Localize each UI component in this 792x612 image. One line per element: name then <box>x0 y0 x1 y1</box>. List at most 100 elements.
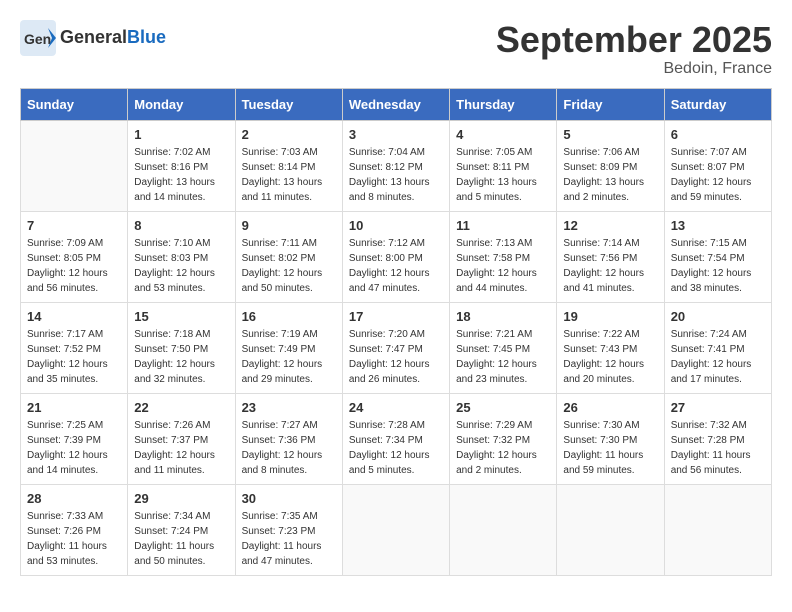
calendar-cell: 15 Sunrise: 7:18 AMSunset: 7:50 PMDayligh… <box>128 302 235 393</box>
logo: Gen GeneralBlue <box>20 20 166 56</box>
day-number: 21 <box>27 400 121 415</box>
week-row-1: 1Sunrise: 7:02 AMSunset: 8:16 PMDaylight… <box>21 120 772 211</box>
calendar-cell: 25 Sunrise: 7:29 AMSunset: 7:32 PMDayligh… <box>450 393 557 484</box>
calendar-cell: 21 Sunrise: 7:25 AMSunset: 7:39 PMDayligh… <box>21 393 128 484</box>
day-info: Sunrise: 7:15 AMSunset: 7:54 PMDaylight:… <box>671 236 765 296</box>
calendar-cell: 8Sunrise: 7:10 AMSunset: 8:03 PMDaylight… <box>128 211 235 302</box>
day-info: Sunrise: 7:33 AMSunset: 7:26 PMDaylight:… <box>27 509 121 569</box>
calendar-cell: 18 Sunrise: 7:21 AMSunset: 7:45 PMDayligh… <box>450 302 557 393</box>
day-number: 4 <box>456 127 550 142</box>
day-number: 12 <box>563 218 657 233</box>
day-number: 9 <box>242 218 336 233</box>
day-info: Sunrise: 7:18 AMSunset: 7:50 PMDaylight:… <box>134 327 228 387</box>
day-number: 28 <box>27 491 121 506</box>
location: Bedoin, France <box>496 60 772 78</box>
day-info: Sunrise: 7:20 AMSunset: 7:47 PMDaylight:… <box>349 327 443 387</box>
day-info: Sunrise: 7:06 AMSunset: 8:09 PMDaylight:… <box>563 145 657 205</box>
calendar-cell: 11 Sunrise: 7:13 AMSunset: 7:58 PMDayligh… <box>450 211 557 302</box>
logo-blue: Blue <box>127 27 166 47</box>
day-number: 30 <box>242 491 336 506</box>
day-info: Sunrise: 7:17 AMSunset: 7:52 PMDaylight:… <box>27 327 121 387</box>
calendar-cell: 10 Sunrise: 7:12 AMSunset: 8:00 PMDayligh… <box>342 211 449 302</box>
col-header-sunday: Sunday <box>21 88 128 120</box>
day-info: Sunrise: 7:07 AMSunset: 8:07 PMDaylight:… <box>671 145 765 205</box>
day-info: Sunrise: 7:21 AMSunset: 7:45 PMDaylight:… <box>456 327 550 387</box>
week-row-5: 28 Sunrise: 7:33 AMSunset: 7:26 PMDayligh… <box>21 484 772 575</box>
day-info: Sunrise: 7:13 AMSunset: 7:58 PMDaylight:… <box>456 236 550 296</box>
day-number: 20 <box>671 309 765 324</box>
day-number: 8 <box>134 218 228 233</box>
calendar-cell <box>450 484 557 575</box>
svg-text:Gen: Gen <box>24 31 51 47</box>
calendar-header-row: SundayMondayTuesdayWednesdayThursdayFrid… <box>21 88 772 120</box>
day-number: 10 <box>349 218 443 233</box>
week-row-4: 21 Sunrise: 7:25 AMSunset: 7:39 PMDayligh… <box>21 393 772 484</box>
month-title: September 2025 <box>496 20 772 60</box>
col-header-thursday: Thursday <box>450 88 557 120</box>
day-number: 3 <box>349 127 443 142</box>
day-number: 7 <box>27 218 121 233</box>
day-info: Sunrise: 7:05 AMSunset: 8:11 PMDaylight:… <box>456 145 550 205</box>
calendar-cell: 19 Sunrise: 7:22 AMSunset: 7:43 PMDayligh… <box>557 302 664 393</box>
header: Gen GeneralBlue September 2025 Bedoin, F… <box>20 20 772 78</box>
day-info: Sunrise: 7:27 AMSunset: 7:36 PMDaylight:… <box>242 418 336 478</box>
day-info: Sunrise: 7:09 AMSunset: 8:05 PMDaylight:… <box>27 236 121 296</box>
day-number: 26 <box>563 400 657 415</box>
day-number: 19 <box>563 309 657 324</box>
day-info: Sunrise: 7:03 AMSunset: 8:14 PMDaylight:… <box>242 145 336 205</box>
week-row-3: 14 Sunrise: 7:17 AMSunset: 7:52 PMDayligh… <box>21 302 772 393</box>
calendar-cell: 30 Sunrise: 7:35 AMSunset: 7:23 PMDayligh… <box>235 484 342 575</box>
calendar-cell: 9 Sunrise: 7:11 AMSunset: 8:02 PMDaylight… <box>235 211 342 302</box>
calendar-cell: 14 Sunrise: 7:17 AMSunset: 7:52 PMDayligh… <box>21 302 128 393</box>
day-number: 16 <box>242 309 336 324</box>
day-info: Sunrise: 7:28 AMSunset: 7:34 PMDaylight:… <box>349 418 443 478</box>
calendar-cell: 4 Sunrise: 7:05 AMSunset: 8:11 PMDaylight… <box>450 120 557 211</box>
day-info: Sunrise: 7:02 AMSunset: 8:16 PMDaylight:… <box>134 145 228 205</box>
day-number: 25 <box>456 400 550 415</box>
calendar-cell: 26 Sunrise: 7:30 AMSunset: 7:30 PMDayligh… <box>557 393 664 484</box>
logo-icon: Gen <box>20 20 56 56</box>
calendar-cell: 17Sunrise: 7:20 AMSunset: 7:47 PMDayligh… <box>342 302 449 393</box>
day-number: 18 <box>456 309 550 324</box>
day-info: Sunrise: 7:12 AMSunset: 8:00 PMDaylight:… <box>349 236 443 296</box>
day-info: Sunrise: 7:24 AMSunset: 7:41 PMDaylight:… <box>671 327 765 387</box>
col-header-tuesday: Tuesday <box>235 88 342 120</box>
calendar-cell: 24 Sunrise: 7:28 AMSunset: 7:34 PMDayligh… <box>342 393 449 484</box>
day-number: 22 <box>134 400 228 415</box>
calendar-cell: 20 Sunrise: 7:24 AMSunset: 7:41 PMDayligh… <box>664 302 771 393</box>
day-info: Sunrise: 7:25 AMSunset: 7:39 PMDaylight:… <box>27 418 121 478</box>
day-number: 29 <box>134 491 228 506</box>
day-number: 23 <box>242 400 336 415</box>
calendar-cell: 5 Sunrise: 7:06 AMSunset: 8:09 PMDaylight… <box>557 120 664 211</box>
calendar-cell: 27Sunrise: 7:32 AMSunset: 7:28 PMDayligh… <box>664 393 771 484</box>
calendar-cell: 2Sunrise: 7:03 AMSunset: 8:14 PMDaylight… <box>235 120 342 211</box>
day-number: 15 <box>134 309 228 324</box>
day-info: Sunrise: 7:29 AMSunset: 7:32 PMDaylight:… <box>456 418 550 478</box>
col-header-monday: Monday <box>128 88 235 120</box>
day-info: Sunrise: 7:22 AMSunset: 7:43 PMDaylight:… <box>563 327 657 387</box>
calendar-cell: 1Sunrise: 7:02 AMSunset: 8:16 PMDaylight… <box>128 120 235 211</box>
day-number: 11 <box>456 218 550 233</box>
day-info: Sunrise: 7:11 AMSunset: 8:02 PMDaylight:… <box>242 236 336 296</box>
day-number: 14 <box>27 309 121 324</box>
day-info: Sunrise: 7:04 AMSunset: 8:12 PMDaylight:… <box>349 145 443 205</box>
day-number: 6 <box>671 127 765 142</box>
day-number: 27 <box>671 400 765 415</box>
day-info: Sunrise: 7:35 AMSunset: 7:23 PMDaylight:… <box>242 509 336 569</box>
logo-general: General <box>60 27 127 47</box>
day-info: Sunrise: 7:26 AMSunset: 7:37 PMDaylight:… <box>134 418 228 478</box>
calendar-cell: 28 Sunrise: 7:33 AMSunset: 7:26 PMDayligh… <box>21 484 128 575</box>
day-number: 5 <box>563 127 657 142</box>
day-info: Sunrise: 7:30 AMSunset: 7:30 PMDaylight:… <box>563 418 657 478</box>
calendar-cell: 7 Sunrise: 7:09 AMSunset: 8:05 PMDaylight… <box>21 211 128 302</box>
calendar-cell: 29Sunrise: 7:34 AMSunset: 7:24 PMDayligh… <box>128 484 235 575</box>
day-info: Sunrise: 7:14 AMSunset: 7:56 PMDaylight:… <box>563 236 657 296</box>
day-info: Sunrise: 7:19 AMSunset: 7:49 PMDaylight:… <box>242 327 336 387</box>
calendar-cell <box>342 484 449 575</box>
calendar-cell: 13Sunrise: 7:15 AMSunset: 7:54 PMDayligh… <box>664 211 771 302</box>
calendar-table: SundayMondayTuesdayWednesdayThursdayFrid… <box>20 88 772 576</box>
calendar-cell: 6 Sunrise: 7:07 AMSunset: 8:07 PMDaylight… <box>664 120 771 211</box>
calendar-cell: 22 Sunrise: 7:26 AMSunset: 7:37 PMDayligh… <box>128 393 235 484</box>
day-number: 24 <box>349 400 443 415</box>
week-row-2: 7 Sunrise: 7:09 AMSunset: 8:05 PMDaylight… <box>21 211 772 302</box>
